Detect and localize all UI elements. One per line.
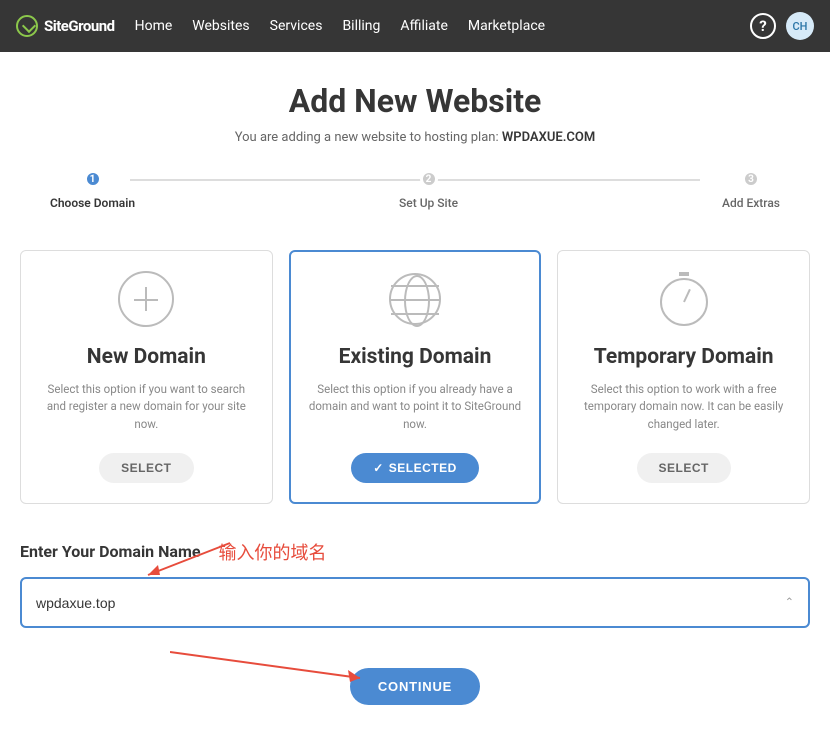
card-title: Temporary Domain [576, 345, 791, 369]
globe-icon [387, 271, 443, 327]
help-button[interactable]: ? [750, 13, 776, 39]
step-choose-domain: 1 Choose Domain [50, 170, 135, 210]
page-subtitle: You are adding a new website to hosting … [20, 130, 810, 145]
topbar-right: ? CH [750, 12, 814, 40]
stopwatch-icon [656, 271, 712, 327]
domain-label-text: Enter Your Domain Name [20, 542, 200, 561]
nav-marketplace[interactable]: Marketplace [468, 18, 545, 34]
select-new-domain-button[interactable]: SELECT [99, 453, 193, 483]
stepper: 1 Choose Domain 2 Set Up Site 3 Add Extr… [50, 170, 780, 210]
user-avatar[interactable]: CH [786, 12, 814, 40]
continue-section: CONTINUE [20, 668, 810, 705]
logo-icon [16, 15, 38, 37]
nav-home[interactable]: Home [135, 18, 173, 34]
step-number: 1 [84, 170, 102, 188]
card-title: Existing Domain [308, 345, 523, 369]
card-temporary-domain[interactable]: Temporary Domain Select this option to w… [557, 250, 810, 504]
subtitle-prefix: You are adding a new website to hosting … [235, 130, 502, 145]
subtitle-plan-name: WPDAXUE.COM [502, 130, 595, 145]
top-nav-bar: SiteGround Home Websites Services Billin… [0, 0, 830, 52]
button-label: SELECTED [389, 461, 457, 475]
nav-websites[interactable]: Websites [192, 18, 249, 34]
card-description: Select this option if you want to search… [39, 381, 254, 433]
annotation-text: 输入你的域名 [218, 539, 326, 565]
card-new-domain[interactable]: New Domain Select this option if you wan… [20, 250, 273, 504]
card-title: New Domain [39, 345, 254, 369]
nav-affiliate[interactable]: Affiliate [400, 18, 448, 34]
step-number: 3 [742, 170, 760, 188]
step-add-extras: 3 Add Extras [722, 170, 780, 210]
chevron-up-icon[interactable]: ⌃ [785, 596, 794, 609]
step-label: Set Up Site [399, 196, 458, 210]
card-description: Select this option if you already have a… [308, 381, 523, 433]
domain-input-container[interactable]: ⌃ [20, 577, 810, 628]
page-title: Add New Website [20, 82, 810, 120]
logo-text: SiteGround [44, 17, 115, 35]
nav-billing[interactable]: Billing [342, 18, 380, 34]
step-label: Add Extras [722, 196, 780, 210]
logo[interactable]: SiteGround [16, 15, 115, 37]
select-temporary-domain-button[interactable]: SELECT [637, 453, 731, 483]
main-content: Add New Website You are adding a new web… [0, 52, 830, 745]
main-nav: Home Websites Services Billing Affiliate… [135, 18, 545, 34]
continue-button[interactable]: CONTINUE [350, 668, 480, 705]
plus-circle-icon [118, 271, 174, 327]
annotation-arrow-to-continue [170, 642, 380, 692]
card-description: Select this option to work with a free t… [576, 381, 791, 433]
domain-section-label: Enter Your Domain Name 输入你的域名 [20, 539, 810, 565]
step-label: Choose Domain [50, 196, 135, 210]
step-set-up-site: 2 Set Up Site [399, 170, 458, 210]
step-number: 2 [420, 170, 438, 188]
nav-services[interactable]: Services [270, 18, 323, 34]
card-existing-domain[interactable]: Existing Domain Select this option if yo… [289, 250, 542, 504]
domain-option-cards: New Domain Select this option if you wan… [20, 250, 810, 504]
selected-existing-domain-button[interactable]: ✓ SELECTED [351, 453, 479, 483]
check-icon: ✓ [373, 461, 384, 475]
